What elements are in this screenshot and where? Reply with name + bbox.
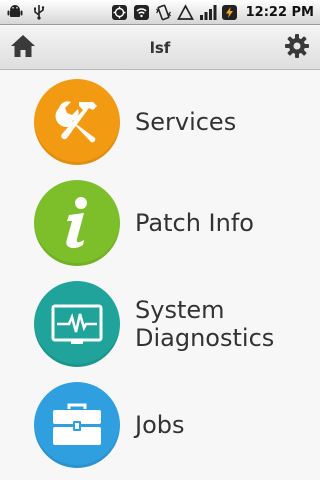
wifi-icon <box>133 3 151 21</box>
home-button[interactable] <box>0 26 46 70</box>
battery-charging-icon <box>221 3 239 21</box>
gps-icon <box>111 3 129 21</box>
settings-button[interactable] <box>274 26 320 70</box>
page-title: lsf <box>149 38 171 57</box>
app-title-bar: lsf <box>0 26 320 70</box>
menu-item-label: System Diagnostics <box>135 295 275 352</box>
usb-icon <box>30 3 48 21</box>
tools-icon <box>34 78 120 165</box>
menu-item-system-diagnostics[interactable]: System Diagnostics <box>0 273 320 374</box>
menu-item-label: Jobs <box>135 410 185 439</box>
vibrate-icon <box>155 3 173 21</box>
main-menu: Services Patch Info System Diagnostics J… <box>0 71 320 475</box>
briefcase-icon <box>34 381 120 468</box>
status-bar: 12:22 PM <box>0 0 320 25</box>
home-icon <box>10 34 36 62</box>
menu-item-label: Patch Info <box>135 208 254 237</box>
menu-item-jobs[interactable]: Jobs <box>0 374 320 475</box>
clock: 12:22 PM <box>245 4 314 20</box>
signal-icon <box>199 3 217 21</box>
android-icon <box>6 3 24 21</box>
menu-item-patch-info[interactable]: Patch Info <box>0 172 320 273</box>
menu-item-services[interactable]: Services <box>0 71 320 172</box>
gear-icon <box>284 33 310 63</box>
monitor-pulse-icon <box>34 280 120 367</box>
alert-triangle-icon <box>177 3 195 21</box>
menu-item-label: Services <box>135 107 237 136</box>
info-icon <box>34 179 120 266</box>
